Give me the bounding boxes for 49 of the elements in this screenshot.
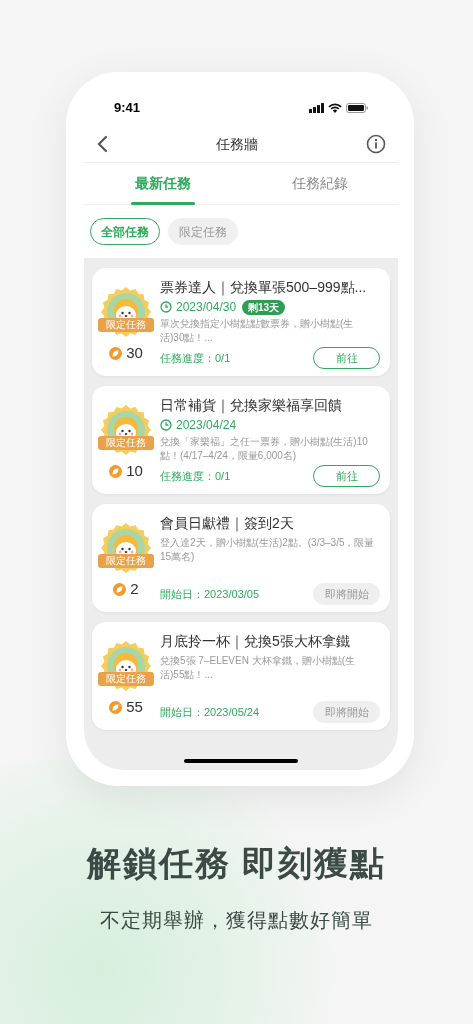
badge-ribbon: 限定任務 [98, 672, 154, 686]
leaf-coin-icon [109, 464, 123, 478]
progress-text: 任務進度：0/1 [160, 350, 231, 366]
task-title: 票券達人｜兌換單張500–999點... [160, 278, 368, 297]
start-date: 開始日：2023/05/24 [160, 704, 260, 720]
headline: 解鎖任務 即刻獲點 [86, 843, 387, 884]
screen-title: 任務牆 [216, 134, 258, 154]
leaf-coin-icon [109, 700, 123, 714]
start-date: 開始日：2023/03/05 [160, 586, 260, 602]
progress-text: 任務進度：0/1 [160, 468, 231, 484]
clock-icon [160, 419, 172, 431]
task-description: 兌換5張 7–ELEVEN 大杯拿鐵，贈小樹點(生活)55點！... [160, 654, 357, 682]
clock-icon [160, 301, 172, 313]
task-title: 日常補貨｜兌換家樂福享回饋 [160, 396, 343, 415]
status-time: 9:41 [114, 99, 141, 118]
task-card[interactable]: 限定任務 2 會員日獻禮｜簽到2天 登入達2天，贈小樹點(生活)2點。(3/3–3/5，限量15萬名) 開始日：2023/03/05 即將開始 [92, 504, 390, 612]
points-value: 2 [130, 579, 139, 599]
points-value: 55 [126, 697, 143, 717]
due-date: 2023/04/30 [176, 299, 237, 316]
task-card[interactable]: 限定任務 30 票券達人｜兌換單張500–999點... 2023/04/30 剩13天 單次兌換指定小樹點點數票券，贈小樹點(生活)30點！... 任務進度：0/1 前往 [92, 268, 390, 376]
filter-chip[interactable]: 全部任務 [90, 218, 160, 245]
leaf-coin-icon [109, 346, 123, 360]
days-left-tag: 剩13天 [242, 299, 286, 315]
points-value: 30 [126, 343, 143, 363]
coming-soon-button[interactable]: 即將開始 [313, 583, 380, 605]
filter-chip[interactable]: 限定任務 [168, 218, 238, 245]
go-button[interactable]: 前往 [313, 347, 380, 369]
signal-icon [309, 103, 324, 113]
task-title: 月底拎一杯｜兌換5張大杯拿鐵 [160, 632, 351, 651]
tab-underline [130, 202, 195, 205]
go-button[interactable]: 前往 [313, 465, 380, 487]
battery-icon [346, 103, 368, 113]
points-value: 10 [126, 461, 143, 481]
task-description: 登入達2天，贈小樹點(生活)2點。(3/3–3/5，限量15萬名) [160, 536, 376, 564]
task-card[interactable]: 限定任務 55 月底拎一杯｜兌換5張大杯拿鐵 兌換5張 7–ELEVEN 大杯拿鐵，贈小樹點(生活)55點！... 開始日：2023/05/24 即將開始 [92, 622, 390, 730]
subtitle: 不定期舉辦，獲得點數好簡單 [100, 908, 373, 933]
back-icon[interactable] [96, 135, 108, 153]
task-description: 單次兌換指定小樹點點數票券，贈小樹點(生活)30點！... [160, 317, 355, 345]
info-icon[interactable] [366, 134, 386, 154]
badge-ribbon: 限定任務 [98, 554, 154, 568]
coming-soon-button[interactable]: 即將開始 [313, 701, 380, 723]
leaf-coin-icon [113, 582, 127, 596]
task-title: 會員日獻禮｜簽到2天 [160, 514, 295, 533]
badge-ribbon: 限定任務 [98, 318, 154, 332]
tab[interactable]: 最新任務 [84, 163, 241, 204]
due-date: 2023/04/24 [176, 417, 237, 434]
wifi-icon [328, 103, 342, 113]
tab[interactable]: 任務紀錄 [241, 163, 398, 204]
badge-ribbon: 限定任務 [98, 436, 154, 450]
